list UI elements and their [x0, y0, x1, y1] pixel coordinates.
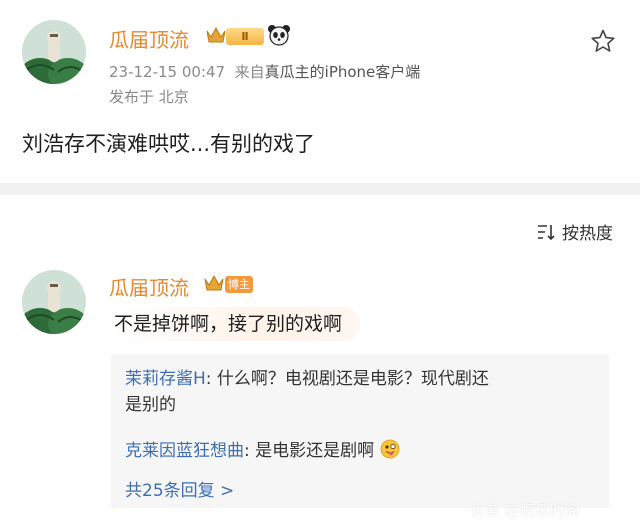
watermark: 头条 @娱乐时间 — [470, 502, 580, 520]
blogger-badge: 博主 — [225, 276, 253, 293]
sort-label: 按热度 — [562, 224, 613, 244]
reply-text: : 什么啊？电视剧还是电影？现代剧还 — [205, 369, 489, 389]
weibo-post: 瓜届顶流 Ⅱ 23-12-15 00:47 来自真瓜主的iPhone客户端 发布… — [0, 0, 640, 183]
commenter-avatar[interactable] — [22, 270, 86, 334]
reply-preview-box[interactable]: 茉莉存酱H: 什么啊？电视剧还是电影？现代剧还 是别的 克莱因蓝狂想曲: 是电影… — [111, 354, 609, 508]
post-time: 23-12-15 00:47 — [109, 63, 226, 81]
commenter-name[interactable]: 瓜届顶流 — [109, 272, 189, 301]
reply-text: : 是电影还是剧啊 — [244, 441, 375, 461]
vip-crown-icon — [206, 26, 226, 43]
sort-by-hot-button[interactable]: 按热度 — [536, 219, 613, 244]
reply-text-cont: 是别的 — [125, 395, 176, 415]
comment-text: 不是掉饼啊，接了别的戏啊 — [110, 307, 361, 341]
reply-item: 克莱因蓝狂想曲: 是电影还是剧啊 — [125, 438, 400, 464]
author-name[interactable]: 瓜届顶流 — [109, 24, 189, 53]
sort-icon — [538, 224, 555, 240]
post-location: 发布于 北京 — [109, 88, 189, 106]
section-divider — [0, 183, 640, 195]
favorite-star-icon[interactable] — [590, 28, 616, 54]
post-meta: 23-12-15 00:47 来自真瓜主的iPhone客户端 — [109, 61, 420, 82]
post-text: 刘浩存不演难哄哎...有别的戏了 — [22, 132, 316, 156]
post-source[interactable]: 真瓜主的iPhone客户端 — [265, 63, 421, 81]
author-avatar[interactable] — [22, 20, 86, 84]
reply-user[interactable]: 茉莉存酱H — [125, 369, 206, 389]
vip-crown-icon — [204, 274, 224, 291]
panda-icon — [268, 25, 290, 46]
view-all-replies-link[interactable]: 共25条回复 > — [125, 476, 234, 501]
vip-level-badge: Ⅱ — [226, 28, 264, 45]
tongue-emoji-icon — [380, 439, 399, 459]
reply-item: 茉莉存酱H: 什么啊？电视剧还是电影？现代剧还 是别的 — [125, 366, 603, 418]
source-prefix: 来自 — [234, 63, 265, 81]
reply-user[interactable]: 克莱因蓝狂想曲 — [125, 441, 244, 461]
